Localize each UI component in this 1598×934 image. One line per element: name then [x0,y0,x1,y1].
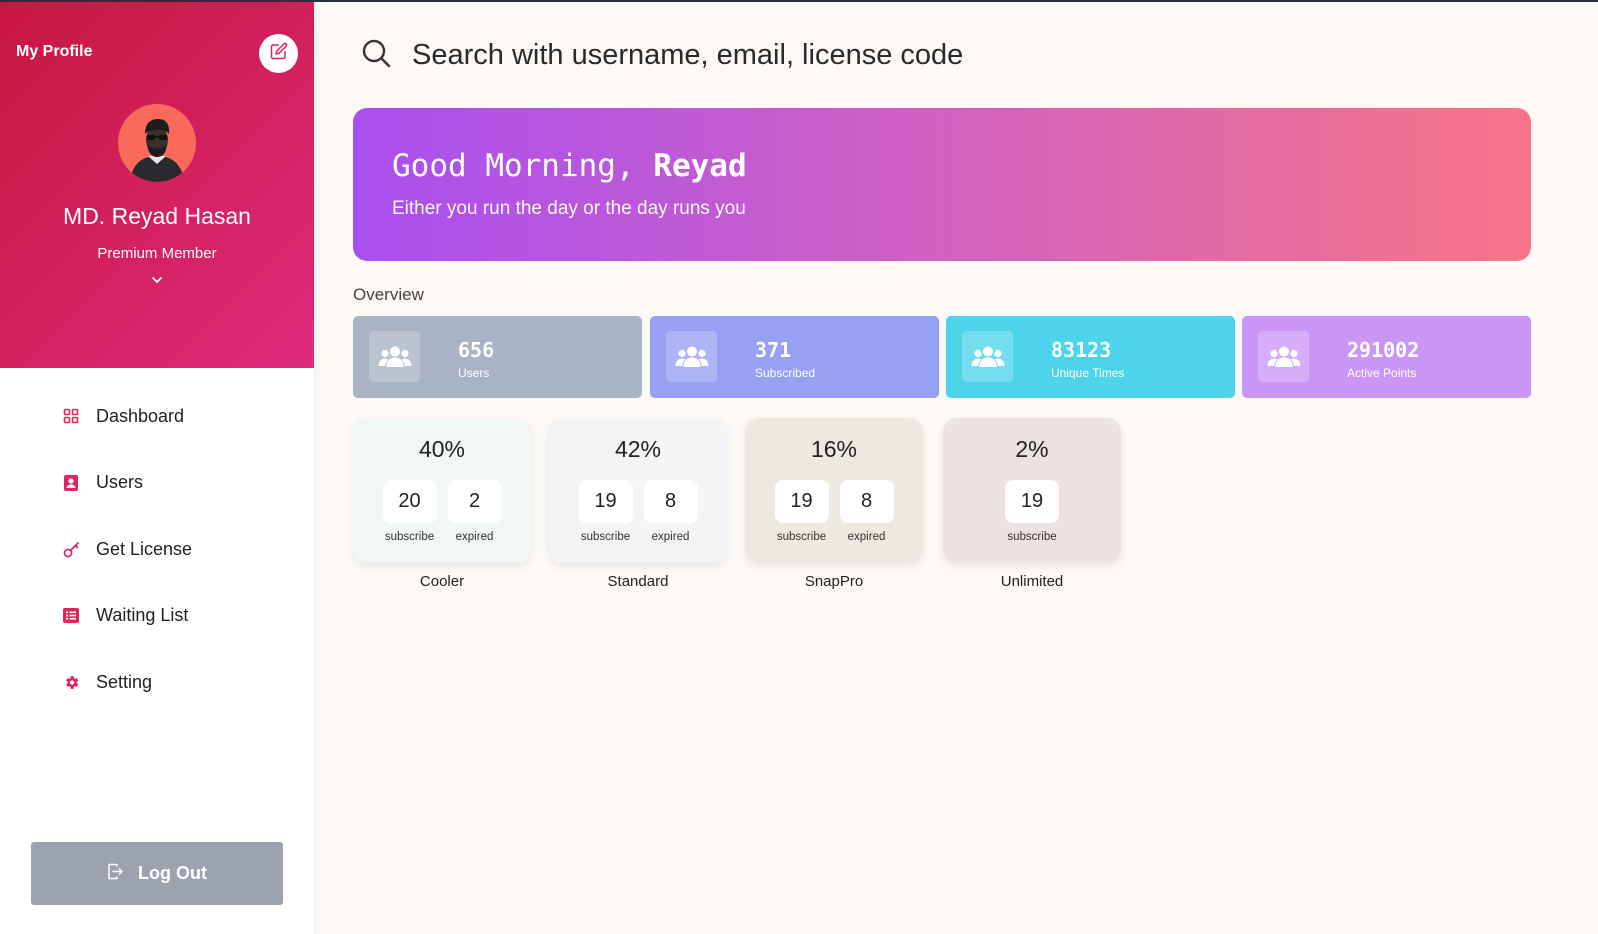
stat-label: Subscribed [755,366,816,380]
plan-counts: 20 subscribe 2 expired [353,480,531,543]
subscribe-value: 19 [578,480,633,523]
stat-value: 83123 [1051,338,1112,362]
users-group-icon [962,331,1013,382]
user-badge-icon [62,474,80,492]
plan-name: SnapPro [804,573,864,590]
subscribe-count: 19 subscribe [578,480,633,543]
stat-label: Unique Times [1051,366,1125,380]
users-group-icon [369,331,420,382]
subscribe-label: subscribe [580,531,631,543]
expired-label: expired [847,531,886,543]
plan-card-body: 42% 19 subscribe 8 expired [549,418,727,563]
key-icon [62,540,80,558]
plan-card-body: 40% 20 subscribe 2 expired [353,418,531,563]
users-group-icon [666,331,717,382]
greeting-text: Good Morning, Reyad [392,148,747,184]
expired-count: 2 expired [447,480,502,543]
plan-card-unlimited[interactable]: 2% 19 subscribe Unlimited [943,418,1121,590]
expired-value: 2 [447,480,502,523]
logout-button[interactable]: Log Out [31,842,283,905]
expired-label: expired [455,531,494,543]
sidebar-item-dashboard[interactable]: Dashboard [0,383,314,450]
profile-header: My Profile MD. Reyad Hasan Premium Membe… [0,0,314,368]
plan-card-standard[interactable]: 42% 19 subscribe 8 expired Standard [549,418,727,590]
plan-name: Cooler [419,573,465,590]
profile-title: My Profile [16,43,93,60]
subscribe-label: subscribe [1007,531,1057,543]
plan-name: Standard [607,573,669,590]
subscribe-value: 19 [1005,480,1059,523]
chevron-down-icon[interactable] [149,273,165,287]
search-icon[interactable] [360,37,392,74]
stat-label: Active Points [1347,366,1417,380]
sidebar-item-label: Setting [96,671,153,692]
plan-card-body: 2% 19 subscribe [943,418,1121,563]
logout-label: Log Out [138,863,207,883]
top-border [0,0,1598,2]
stat-label: Users [458,366,490,380]
plan-counts: 19 subscribe 8 expired [745,480,923,543]
edit-profile-button[interactable] [259,34,298,73]
stat-value: 291002 [1347,338,1420,362]
sidebar-item-label: Waiting List [96,605,189,626]
expired-value: 8 [839,480,894,523]
profile-name: MD. Reyad Hasan [63,203,251,229]
subscribe-count: 19 subscribe [1005,480,1059,543]
edit-icon [270,42,288,65]
search-input[interactable] [412,38,1312,72]
subscribe-label: subscribe [776,531,827,543]
plan-counts: 19 subscribe [943,480,1121,543]
avatar [118,104,196,182]
greeting-prefix: Good Morning, [392,148,635,184]
subscribe-label: subscribe [384,531,435,543]
plan-percent: 40% [418,436,466,462]
sidebar-item-label: Get License [96,538,193,559]
plan-counts: 19 subscribe 8 expired [549,480,727,543]
subscribe-count: 20 subscribe [382,480,437,543]
sidebar-item-get-license[interactable]: Get License [0,516,314,583]
stat-card-subscribed: 371 Subscribed [650,316,939,398]
logout-icon [107,863,124,885]
plan-percent: 2% [1015,436,1049,462]
stat-value: 656 [458,338,495,362]
sidebar-item-waiting-list[interactable]: Waiting List [0,583,314,650]
profile-role: Premium Member [97,245,217,262]
greeting-user: Reyad [653,148,747,184]
users-group-icon [1258,331,1309,382]
stat-card-active-points: 291002 Active Points [1242,316,1531,398]
plan-percent: 16% [810,436,858,462]
plan-card-cooler[interactable]: 40% 20 subscribe 2 expired Cooler [353,418,531,590]
overview-title: Overview [353,285,424,304]
search-bar [360,30,1460,80]
expired-value: 8 [643,480,698,523]
sidebar-item-setting[interactable]: Setting [0,649,314,716]
grid-icon [62,407,80,425]
sidebar-nav: Dashboard Users Get License Waiting List… [0,383,314,716]
stat-card-unique-times: 83123 Unique Times [946,316,1235,398]
subscribe-value: 19 [774,480,829,523]
expired-count: 8 expired [839,480,894,543]
gear-icon [62,673,80,691]
stat-card-users: 656 Users [353,316,642,398]
greeting-subtitle: Either you run the day or the day runs y… [392,198,746,219]
stat-value: 371 [755,338,792,362]
expired-count: 8 expired [643,480,698,543]
subscribe-count: 19 subscribe [774,480,829,543]
sidebar-item-label: Users [96,472,144,493]
subscribe-value: 20 [382,480,437,523]
plan-name: Unlimited [1000,573,1064,590]
sidebar-item-label: Dashboard [96,405,185,426]
list-icon [62,607,80,625]
sidebar: My Profile MD. Reyad Hasan Premium Membe… [0,0,314,934]
plan-card-body: 16% 19 subscribe 8 expired [745,418,923,563]
sidebar-item-users[interactable]: Users [0,450,314,517]
expired-label: expired [651,531,690,543]
plan-percent: 42% [614,436,662,462]
plan-card-snappro[interactable]: 16% 19 subscribe 8 expired SnapPro [745,418,923,590]
greeting-banner: Good Morning, Reyad Either you run the d… [353,108,1531,261]
